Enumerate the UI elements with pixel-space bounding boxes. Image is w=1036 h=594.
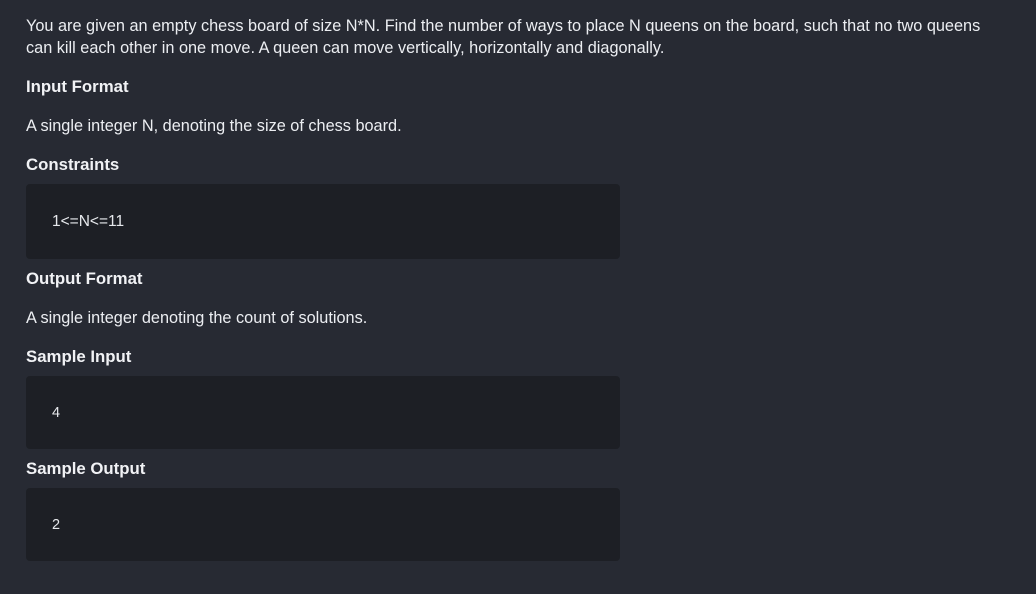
output-format-heading: Output Format xyxy=(26,269,143,288)
sample-input-code-block: 4 xyxy=(26,376,620,449)
input-format-text: A single integer N, denoting the size of… xyxy=(26,117,402,135)
sample-input-text: 4 xyxy=(52,404,61,421)
problem-statement: You are given an empty chess board of si… xyxy=(26,15,1010,561)
sample-output-text: 2 xyxy=(52,516,61,533)
input-format-heading: Input Format xyxy=(26,77,129,96)
sample-input-heading: Sample Input xyxy=(26,347,132,366)
sample-output-heading: Sample Output xyxy=(26,459,146,478)
constraints-code-block: 1<=N<=11 xyxy=(26,184,620,259)
constraints-text: 1<=N<=11 xyxy=(52,212,125,230)
constraints-heading: Constraints xyxy=(26,155,120,174)
output-format-text: A single integer denoting the count of s… xyxy=(26,309,368,327)
problem-description: You are given an empty chess board of si… xyxy=(26,17,981,57)
sample-output-code-block: 2 xyxy=(26,488,620,561)
